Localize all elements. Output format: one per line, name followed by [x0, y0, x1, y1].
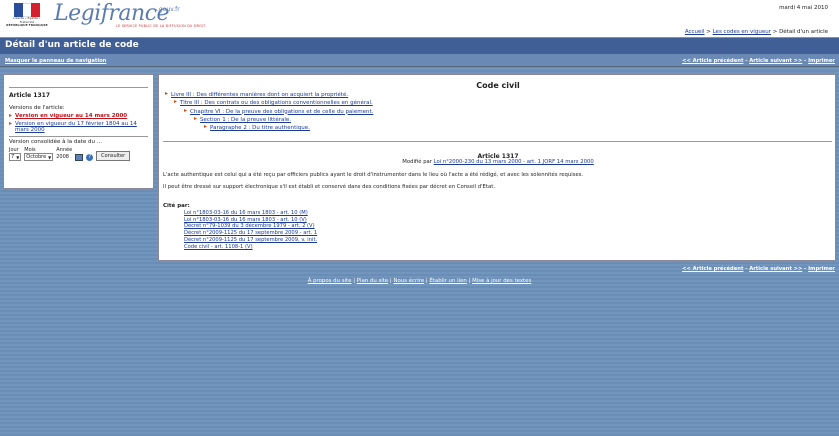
article-text-paragraph: L'acte authentique est celui qui a été r…	[163, 172, 584, 178]
page-title-bar: Détail d'un article de code	[0, 38, 839, 54]
toc-link-section[interactable]: Section 1 : De la preuve littérale.	[200, 116, 291, 124]
breadcrumb-current: Détail d'un article	[779, 29, 828, 35]
toc-item: ▸ Section 1 : De la preuve littérale.	[165, 114, 373, 124]
page-title: Détail d'un article de code	[5, 40, 139, 50]
article-text-paragraph: Il peut être dressé sur support électron…	[163, 184, 495, 190]
breadcrumb-codes-link[interactable]: Les codes en vigueur	[713, 29, 771, 35]
divider	[9, 87, 148, 88]
cited-by-link[interactable]: Décret n°2009-1125 du 17 septembre 2009 …	[184, 230, 317, 237]
navigation-bar: Masquer le panneau de navigation << Arti…	[0, 54, 839, 67]
divider	[9, 136, 148, 137]
hide-navigation-panel-link[interactable]: Masquer le panneau de navigation	[5, 58, 106, 64]
breadcrumb: Accueil > Les codes en vigueur > Détail …	[684, 29, 828, 35]
month-select[interactable]: Octobre ▼	[24, 153, 54, 161]
previous-article-link[interactable]: << Article précédent	[682, 266, 743, 272]
arrow-right-icon: ▸	[204, 123, 208, 131]
modifying-law-link[interactable]: Loi n°2000-230 du 13 mars 2000 - art. 1 …	[434, 159, 594, 165]
arrow-right-icon: ▸	[9, 112, 13, 119]
next-article-link[interactable]: Article suivant >>	[749, 58, 802, 64]
toc-item: ▸ Titre III : Des contrats ou des obligat…	[165, 99, 373, 107]
site-header: Liberté • Égalité • Fraternité RÉPUBLIQU…	[0, 0, 839, 37]
arrow-right-icon: ▸	[9, 120, 13, 127]
flag-caption-country: RÉPUBLIQUE FRANÇAISE	[6, 23, 48, 28]
next-article-link[interactable]: Article suivant >>	[749, 266, 802, 272]
version-previous-link[interactable]: Version en vigueur du 17 février 1804 au…	[15, 121, 148, 133]
previous-article-link[interactable]: << Article précédent	[682, 58, 743, 64]
version-current-link[interactable]: Version en vigueur au 14 mars 2000	[15, 113, 127, 119]
consolidated-date-label: Version consolidée à la date du ...	[9, 139, 103, 145]
calendar-icon[interactable]	[75, 154, 84, 161]
footer-sitemap-link[interactable]: Plan du site	[357, 278, 388, 284]
cited-by-list: Loi n°1803-03-16 du 16 mars 1803 - art. …	[184, 210, 317, 250]
chevron-down-icon: ▼	[48, 154, 52, 160]
breadcrumb-home-link[interactable]: Accueil	[685, 29, 705, 35]
article-content-panel: Code civil ▸ Livre III : Des différentes …	[158, 74, 836, 261]
article-number: Article 1317	[9, 92, 50, 99]
french-flag-icon	[14, 3, 41, 17]
article-modification: Modifié par Loi n°2000-230 du 13 mars 20…	[402, 159, 594, 165]
code-title: Code civil	[476, 81, 520, 90]
republique-francaise-logo: Liberté • Égalité • Fraternité RÉPUBLIQU…	[6, 3, 48, 29]
toc-link-chapitre[interactable]: Chapitre VI : De la preuve des obligatio…	[190, 108, 373, 116]
versions-label: Versions de l'article:	[9, 105, 65, 111]
chevron-down-icon: ▼	[16, 154, 20, 160]
toc-link-livre[interactable]: Livre III : Des différentes manières don…	[171, 91, 348, 99]
toc-link-paragraphe[interactable]: Paragraphe 2 : Du titre authentique.	[210, 124, 310, 132]
cited-by-label: Cité par:	[163, 203, 190, 209]
footer-link-to-site[interactable]: Établir un lien	[429, 278, 466, 284]
version-item: ▸ Version en vigueur du 17 février 1804 …	[9, 120, 148, 134]
print-link[interactable]: Imprimer	[808, 58, 835, 64]
footer-about-link[interactable]: À propos du site	[308, 278, 352, 284]
bottom-article-navigation: << Article précédent - Article suivant >…	[682, 266, 835, 272]
divider	[163, 141, 832, 142]
cited-by-link[interactable]: Loi n°1803-03-16 du 16 mars 1803 - art. …	[184, 210, 317, 217]
footer-contact-link[interactable]: Nous écrire	[393, 278, 424, 284]
year-input[interactable]: 2008	[56, 153, 72, 161]
arrow-right-icon: ▸	[184, 106, 188, 114]
arrow-right-icon: ▸	[174, 98, 178, 106]
cited-by-link[interactable]: Décret n°2009-1125 du 17 septembre 2009,…	[184, 237, 317, 244]
arrow-right-icon: ▸	[165, 90, 169, 97]
toc-link-titre[interactable]: Titre III : Des contrats ou des obligati…	[180, 99, 373, 107]
footer-links: À propos du site | Plan du site | Nous é…	[307, 278, 532, 284]
consolidated-date-form: Jour 7 ▼ Mois Octobre ▼ Année 2008 ? Consu…	[9, 147, 148, 161]
help-icon[interactable]: ?	[86, 154, 94, 161]
print-link[interactable]: Imprimer	[808, 266, 835, 272]
consult-button[interactable]: Consulter	[96, 151, 131, 161]
logo-domain: .gouv.fr	[157, 6, 180, 13]
toc-item: ▸ Paragraphe 2 : Du titre authentique.	[165, 124, 373, 132]
legifrance-logo[interactable]: Legifrance	[54, 1, 170, 26]
footer-updates-link[interactable]: Mise à jour des textes	[472, 278, 531, 284]
navigation-panel: Article 1317 Versions de l'article: ▸ Ve…	[3, 74, 154, 189]
toc-item: ▸ Livre III : Des différentes manières do…	[165, 90, 373, 99]
cited-by-link[interactable]: Code civil - art. 1108-1 (V)	[184, 244, 317, 251]
arrow-right-icon: ▸	[194, 114, 198, 122]
article-navigation: << Article précédent - Article suivant >…	[682, 58, 835, 64]
day-select[interactable]: 7 ▼	[9, 153, 22, 161]
current-date: mardi 4 mai 2010	[779, 5, 828, 11]
version-item: ▸ Version en vigueur au 14 mars 2000	[9, 112, 148, 120]
logo-tagline: LE SERVICE PUBLIC DE LA DIFFUSION DU DRO…	[116, 24, 206, 28]
table-of-contents: ▸ Livre III : Des différentes manières do…	[165, 90, 373, 132]
